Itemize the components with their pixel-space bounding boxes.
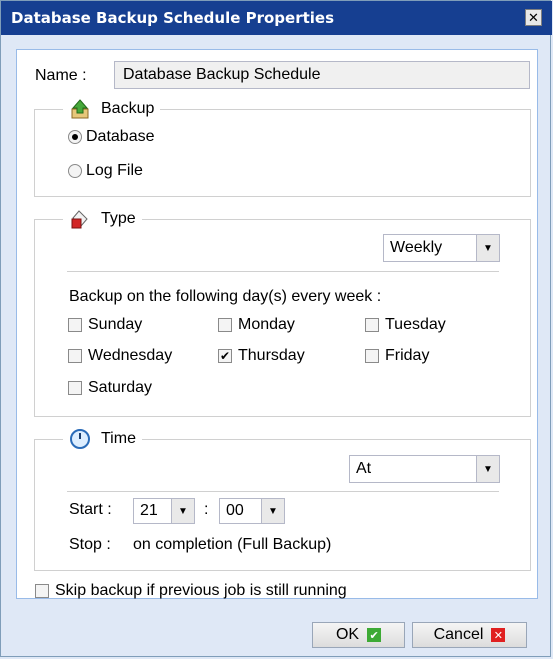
log-file-radio[interactable]	[68, 164, 82, 178]
skip-if-running[interactable]: Skip backup if previous job is still run…	[35, 582, 347, 600]
day-friday[interactable]: Friday	[365, 347, 429, 365]
frequency-value: Weekly	[390, 239, 443, 256]
wednesday-checkbox[interactable]	[68, 349, 82, 363]
saturday-checkbox[interactable]	[68, 381, 82, 395]
stop-value: on completion (Full Backup)	[133, 536, 332, 553]
day-monday[interactable]: Monday	[218, 316, 295, 334]
close-icon: ✕	[528, 10, 539, 25]
tuesday-label: Tuesday	[385, 316, 446, 333]
ok-label: OK	[335, 626, 360, 643]
chevron-down-icon[interactable]: ▼	[171, 499, 194, 523]
chevron-down-icon[interactable]: ▼	[476, 235, 499, 261]
close-button[interactable]: ✕	[525, 9, 542, 26]
time-mode-value: At	[356, 460, 372, 477]
database-radio[interactable]	[68, 130, 82, 144]
sunday-checkbox[interactable]	[68, 318, 82, 332]
start-minute-select[interactable]: 00 ▼	[219, 498, 285, 524]
skip-label: Skip backup if previous job is still run…	[55, 582, 347, 599]
cancel-x-icon: ✕	[491, 628, 506, 642]
time-legend-label: Time	[101, 430, 136, 447]
tuesday-checkbox[interactable]	[365, 318, 379, 332]
saturday-label: Saturday	[88, 379, 153, 396]
name-field[interactable]	[114, 61, 530, 89]
monday-checkbox[interactable]	[218, 318, 232, 332]
type-divider	[67, 271, 499, 272]
cancel-label: Cancel	[433, 626, 484, 643]
start-hour-value: 21	[140, 502, 158, 519]
time-colon: :	[204, 501, 209, 518]
type-legend-label: Type	[101, 210, 136, 227]
chevron-down-icon[interactable]: ▼	[261, 499, 284, 523]
time-mode-select[interactable]: At ▼	[349, 455, 500, 483]
backup-legend-label: Backup	[101, 100, 155, 117]
stop-label: Stop :	[69, 536, 111, 553]
checkmark-icon: ✔	[367, 628, 382, 642]
time-legend: Time	[63, 428, 142, 450]
name-label: Name :	[35, 67, 87, 84]
thursday-label: Thursday	[238, 347, 305, 364]
backup-schedule-dialog: Database Backup Schedule Properties ✕ Na…	[0, 0, 552, 657]
weekly-instruction: Backup on the following day(s) every wee…	[69, 288, 382, 305]
cancel-button[interactable]: Cancel ✕	[412, 622, 527, 648]
thursday-checkbox[interactable]: ✔	[218, 349, 232, 363]
day-sunday[interactable]: Sunday	[68, 316, 142, 334]
backup-option-database[interactable]: Database	[68, 128, 155, 146]
friday-checkbox[interactable]	[365, 349, 379, 363]
frequency-select[interactable]: Weekly ▼	[383, 234, 500, 262]
day-wednesday[interactable]: Wednesday	[68, 347, 172, 365]
monday-label: Monday	[238, 316, 295, 333]
chevron-down-icon[interactable]: ▼	[476, 456, 499, 482]
skip-checkbox[interactable]	[35, 584, 49, 598]
paint-bucket-icon	[71, 210, 88, 229]
start-hour-select[interactable]: 21 ▼	[133, 498, 195, 524]
wednesday-label: Wednesday	[88, 347, 173, 364]
start-label: Start :	[69, 501, 112, 518]
title-bar[interactable]: Database Backup Schedule Properties ✕	[1, 1, 552, 35]
backup-upload-icon	[71, 99, 89, 119]
backup-option-log-file[interactable]: Log File	[68, 162, 143, 180]
backup-group	[34, 109, 531, 197]
dialog-title: Database Backup Schedule Properties	[11, 9, 335, 27]
log-file-radio-label: Log File	[86, 162, 143, 179]
backup-legend: Backup	[63, 98, 161, 120]
database-radio-label: Database	[86, 128, 155, 145]
start-minute-value: 00	[226, 502, 244, 519]
sunday-label: Sunday	[88, 316, 143, 333]
ok-button[interactable]: OK ✔	[312, 622, 405, 648]
day-tuesday[interactable]: Tuesday	[365, 316, 446, 334]
friday-label: Friday	[385, 347, 430, 364]
time-divider	[67, 491, 499, 492]
type-legend: Type	[63, 208, 142, 230]
day-thursday[interactable]: ✔ Thursday	[218, 347, 305, 365]
day-saturday[interactable]: Saturday	[68, 379, 152, 397]
clock-icon	[70, 429, 90, 449]
